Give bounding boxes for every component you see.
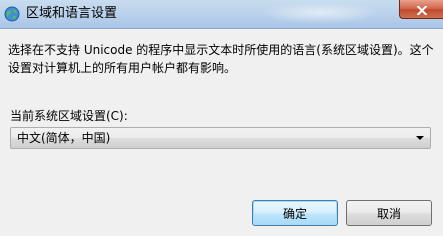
title-bar[interactable]: 区域和语言设置 [0, 0, 443, 29]
description-text: 选择在不支持 Unicode 的程序中显示文本时所使用的语言(系统区域设置)。这… [8, 43, 434, 75]
dialog-body: 选择在不支持 Unicode 的程序中显示文本时所使用的语言(系统区域设置)。这… [0, 29, 443, 236]
globe-icon [4, 6, 20, 22]
locale-label: 当前系统区域设置(C): [10, 109, 128, 123]
titlebar-glass-highlight [260, 2, 380, 24]
window-title: 区域和语言设置 [26, 6, 118, 21]
ok-button[interactable]: 确定 [252, 200, 338, 226]
cancel-button[interactable]: 取消 [346, 200, 432, 226]
close-button[interactable] [399, 0, 443, 19]
chevron-down-icon [416, 136, 424, 140]
close-icon [416, 0, 427, 19]
system-locale-dropdown[interactable]: 中文(简体，中国) [10, 127, 431, 149]
locale-selected-value: 中文(简体，中国) [17, 131, 111, 145]
region-language-dialog: 区域和语言设置 选择在不支持 Unicode 的程序中显示文本时所使用的语言(系… [0, 0, 443, 236]
